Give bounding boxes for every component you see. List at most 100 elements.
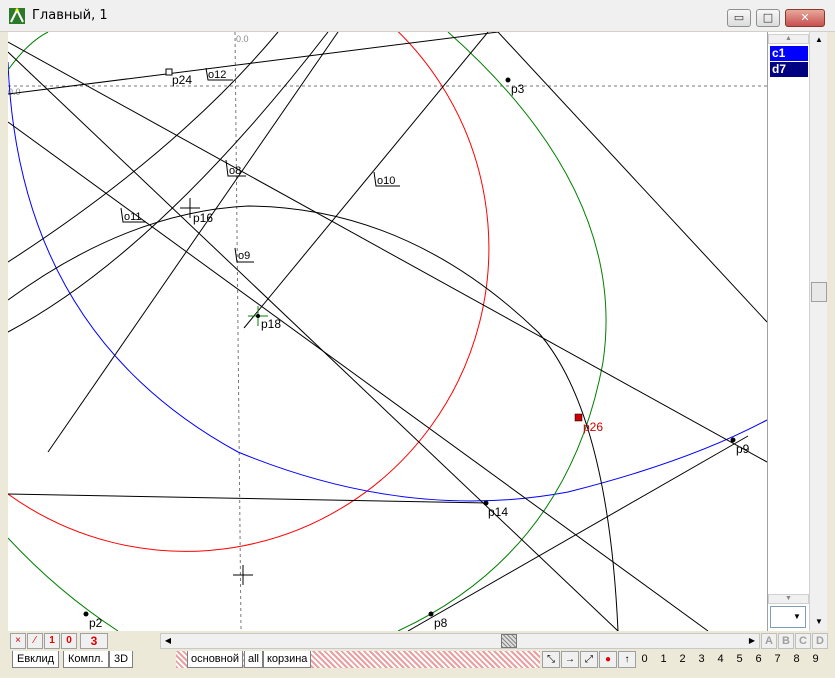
digit-7-button[interactable]: 7 bbox=[768, 651, 787, 668]
digit-8-button[interactable]: 8 bbox=[787, 651, 806, 668]
y-axis bbox=[234, 32, 242, 631]
horizontal-scroll-thumb[interactable] bbox=[501, 634, 517, 648]
minimize-icon: ▭ bbox=[733, 11, 745, 24]
svg-text:o8: o8 bbox=[229, 165, 241, 177]
window-title: Главный, 1 bbox=[32, 8, 108, 23]
vertical-scroll-thumb[interactable] bbox=[811, 282, 827, 302]
svg-text:p16: p16 bbox=[193, 211, 213, 225]
scroll-up-icon[interactable]: ▲ bbox=[810, 32, 828, 48]
letter-d-button[interactable]: D bbox=[812, 633, 828, 649]
digit-9-button[interactable]: 9 bbox=[806, 651, 825, 668]
letter-a-button[interactable]: A bbox=[761, 633, 777, 649]
angle-mark-o12: o12 bbox=[205, 67, 233, 81]
digit-1-button[interactable]: 1 bbox=[654, 651, 673, 668]
svg-text:o10: o10 bbox=[377, 175, 395, 187]
digit-6-button[interactable]: 6 bbox=[749, 651, 768, 668]
object-item-c1[interactable]: c1 bbox=[770, 46, 808, 61]
maximize-icon: □ bbox=[762, 11, 774, 24]
digit-4-button[interactable]: 4 bbox=[711, 651, 730, 668]
red-circle bbox=[8, 32, 490, 552]
svg-text:o11: o11 bbox=[124, 211, 142, 223]
svg-text:o12: o12 bbox=[208, 69, 226, 81]
digit-0-button[interactable]: 0 bbox=[635, 651, 654, 668]
scroll-right-icon[interactable]: ▶ bbox=[745, 634, 759, 648]
crosshair-cursor-icon bbox=[233, 565, 253, 585]
point-p24[interactable]: p24 bbox=[165, 68, 192, 87]
svg-text:p2: p2 bbox=[89, 616, 103, 630]
point-p18[interactable]: p18 bbox=[248, 306, 281, 331]
letter-c-button[interactable]: C bbox=[795, 633, 811, 649]
point-p16[interactable]: p16 bbox=[180, 198, 213, 225]
line-top bbox=[8, 32, 499, 95]
geometry-drawing[interactable]: 0.0 0.0 o12 o8 o10 o11 o9 p3 p16 p18 p26… bbox=[8, 32, 767, 631]
svg-text:p3: p3 bbox=[511, 82, 525, 96]
arrow-up-tool-button[interactable]: ↑ bbox=[618, 651, 636, 668]
digit-5-button[interactable]: 5 bbox=[730, 651, 749, 668]
letter-b-button[interactable]: B bbox=[778, 633, 794, 649]
line-steep-2 bbox=[243, 32, 489, 329]
chevron-down-icon: ▼ bbox=[793, 612, 801, 621]
black-arc-left bbox=[8, 32, 329, 333]
black-arc-large bbox=[8, 205, 619, 631]
one-button[interactable]: 1 bbox=[44, 633, 60, 649]
main-window: Главный, 1 ▭ □ ✕ 0.0 0.0 o12 o8 o10 o11 … bbox=[0, 0, 835, 678]
close-button[interactable]: ✕ bbox=[785, 9, 825, 27]
line-tool-button[interactable]: ⁄ bbox=[27, 633, 43, 649]
svg-text:p24: p24 bbox=[172, 73, 192, 87]
tab-3d[interactable]: 3D bbox=[109, 651, 134, 668]
step-counter: 3 bbox=[80, 633, 108, 649]
svg-text:p9: p9 bbox=[736, 442, 750, 456]
layer-tab-trash[interactable]: корзина bbox=[263, 651, 312, 668]
objects-panel: ▲ c1 d7 ▼ ▼ bbox=[767, 32, 809, 631]
svg-text:o9: o9 bbox=[238, 250, 250, 262]
objects-scroll-up-button[interactable]: ▲ bbox=[768, 34, 809, 44]
point-p3[interactable]: p3 bbox=[505, 77, 525, 97]
title-bar[interactable]: Главный, 1 ▭ □ ✕ bbox=[0, 0, 835, 32]
line-tool-2-button[interactable]: ⤢ bbox=[580, 651, 598, 668]
object-item-d7[interactable]: d7 bbox=[770, 62, 808, 77]
angle-mark-o10: o10 bbox=[373, 171, 400, 187]
angle-mark-o11: o11 bbox=[120, 207, 146, 223]
angle-mark-o9: o9 bbox=[234, 247, 254, 263]
svg-text:p18: p18 bbox=[261, 317, 281, 331]
scroll-left-icon[interactable]: ◀ bbox=[161, 634, 175, 648]
line-diag-1 bbox=[8, 121, 709, 631]
point-p14[interactable]: p14 bbox=[483, 500, 509, 520]
svg-text:p8: p8 bbox=[434, 616, 448, 630]
svg-text:p14: p14 bbox=[488, 505, 508, 519]
digit-3-button[interactable]: 3 bbox=[692, 651, 711, 668]
objects-scroll-down-button[interactable]: ▼ bbox=[768, 594, 809, 604]
bottom-toolbar-row2: Евклид Компл. 3D основной all корзина ⤡ … bbox=[8, 650, 827, 670]
line-steep-1 bbox=[47, 32, 339, 453]
line-p8-p9 bbox=[407, 435, 749, 631]
blue-circle bbox=[8, 61, 767, 502]
horizontal-scrollbar[interactable]: ◀ ▶ bbox=[160, 633, 760, 649]
delete-button[interactable]: × bbox=[10, 633, 26, 649]
green-circle-left-top bbox=[8, 32, 49, 71]
scroll-down-icon[interactable]: ▼ bbox=[810, 614, 828, 630]
y-axis-label: 0.0 bbox=[236, 34, 249, 44]
digit-2-button[interactable]: 2 bbox=[673, 651, 692, 668]
layer-tab-main[interactable]: основной bbox=[187, 651, 243, 668]
tab-euclid[interactable]: Евклид bbox=[12, 651, 60, 668]
vertical-scrollbar[interactable]: ▲ ▼ bbox=[809, 32, 827, 631]
zero-button[interactable]: 0 bbox=[61, 633, 77, 649]
app-compass-icon bbox=[9, 7, 25, 24]
bottom-toolbar-row1: × ⁄ 1 0 3 ◀ ▶ A B C D bbox=[8, 632, 828, 650]
point-tool-button[interactable]: ● bbox=[599, 651, 617, 668]
line-diag-2 bbox=[8, 51, 619, 631]
line-diag-3 bbox=[497, 32, 767, 323]
green-circle-right bbox=[397, 32, 607, 631]
layer-tab-all[interactable]: all bbox=[244, 651, 264, 668]
segment-tool-button[interactable]: ⤡ bbox=[542, 651, 560, 668]
ray-tool-button[interactable]: → bbox=[561, 651, 579, 668]
minimize-button[interactable]: ▭ bbox=[727, 9, 751, 27]
drawing-canvas[interactable]: 0.0 0.0 o12 o8 o10 o11 o9 p3 p16 p18 p26… bbox=[8, 32, 767, 631]
maximize-button[interactable]: □ bbox=[756, 9, 780, 27]
object-style-combo[interactable]: ▼ bbox=[770, 606, 806, 628]
black-arc-left2 bbox=[8, 32, 279, 263]
line-p16-p26 bbox=[8, 41, 767, 463]
tab-complex[interactable]: Компл. bbox=[63, 651, 109, 668]
angle-mark-o8: o8 bbox=[225, 159, 246, 177]
svg-text:p26: p26 bbox=[583, 420, 603, 434]
